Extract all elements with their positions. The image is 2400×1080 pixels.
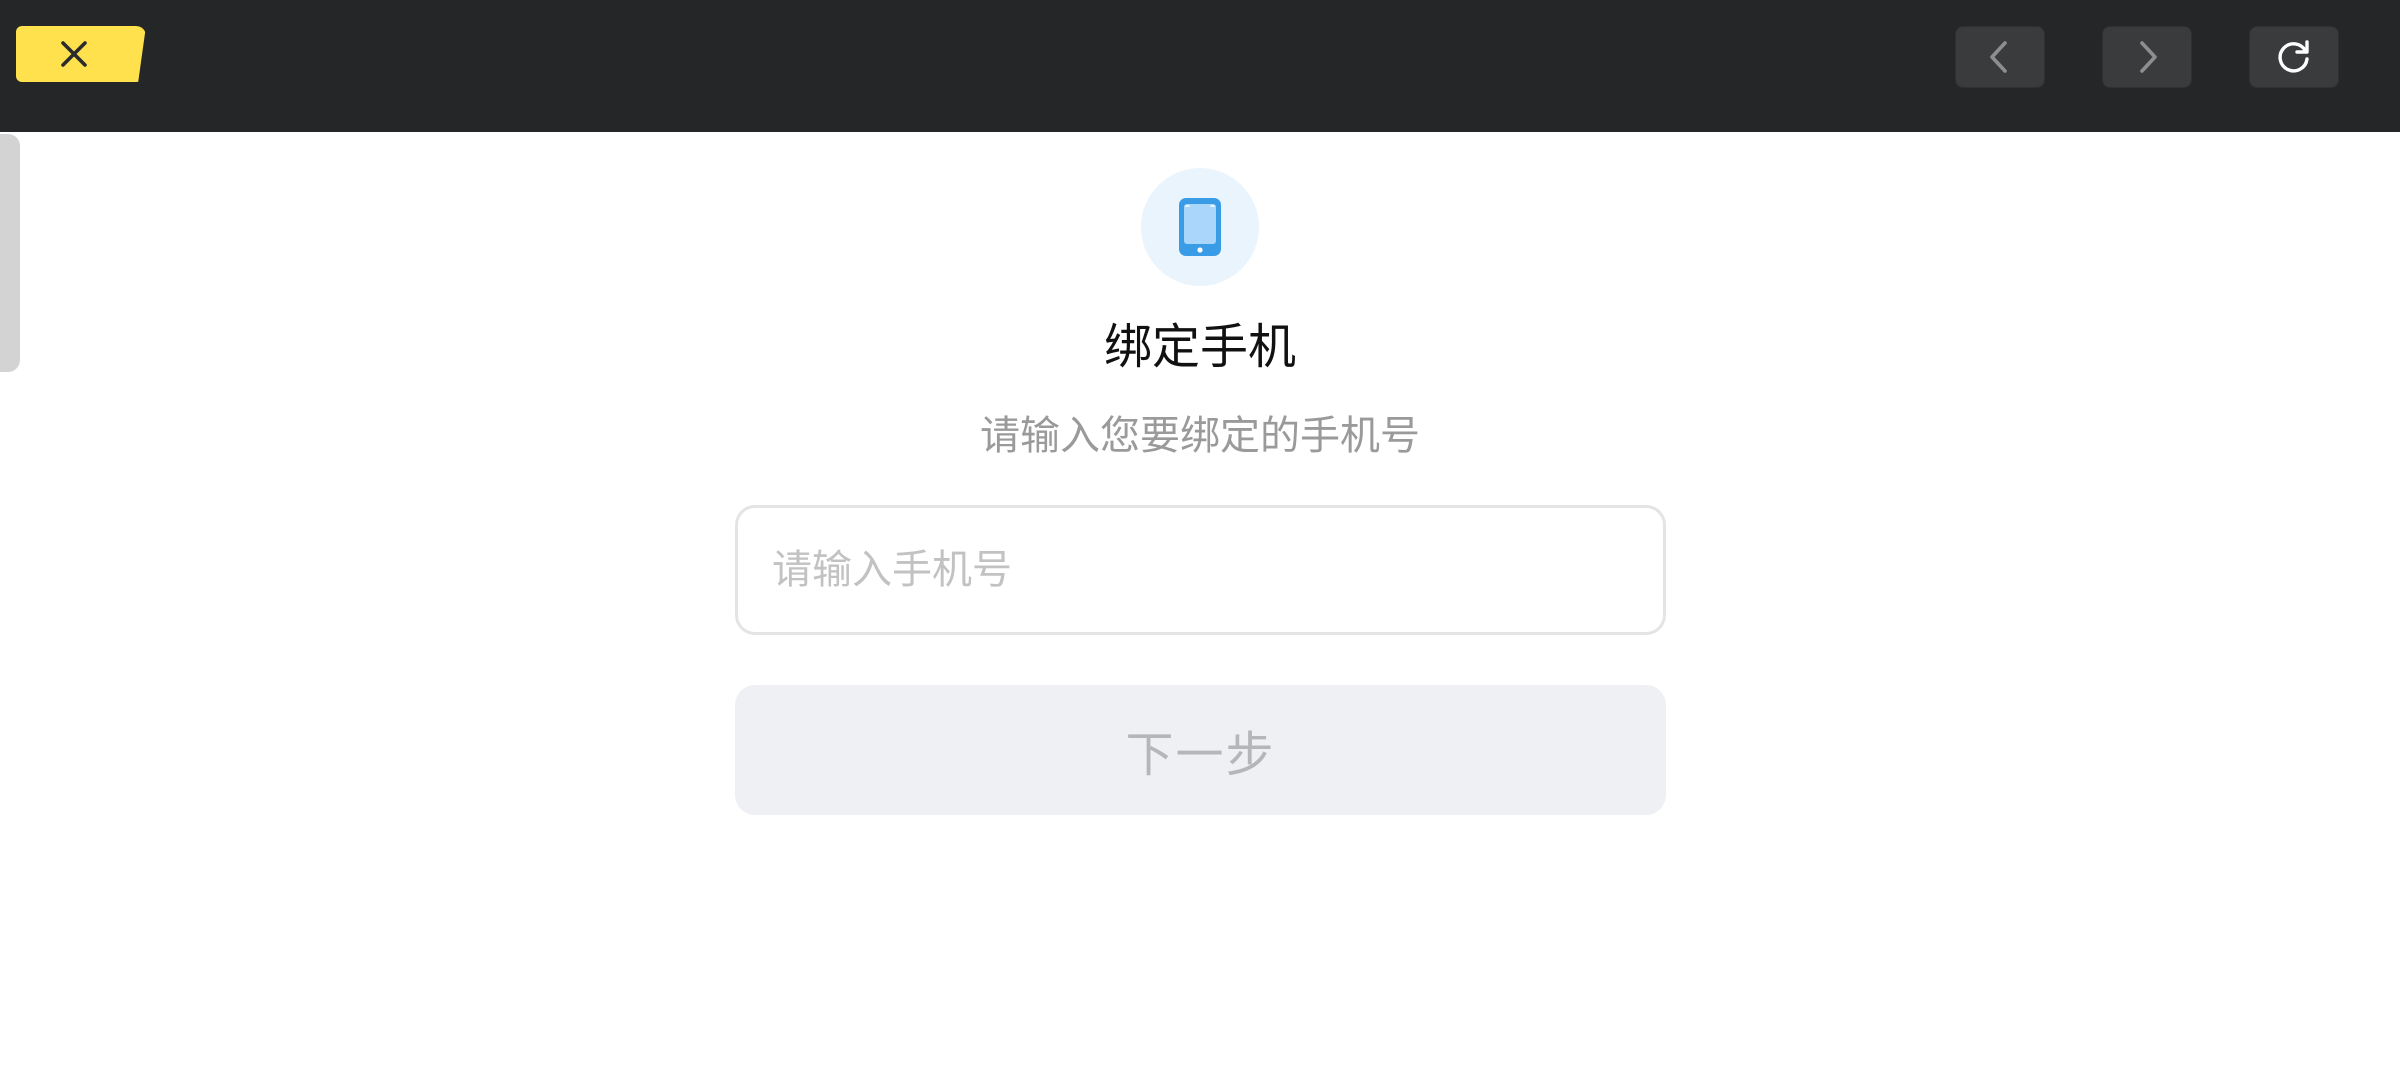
phone-number-input[interactable] bbox=[735, 505, 1666, 635]
back-button[interactable] bbox=[1955, 26, 2045, 88]
next-step-button[interactable]: 下一步 bbox=[735, 685, 1666, 815]
refresh-button[interactable] bbox=[2249, 26, 2339, 88]
close-button[interactable] bbox=[16, 26, 146, 82]
phone-icon bbox=[1179, 198, 1221, 256]
top-bar bbox=[0, 0, 2400, 132]
page-subtitle: 请输入您要绑定的手机号 bbox=[980, 413, 1420, 459]
forward-button[interactable] bbox=[2102, 26, 2192, 88]
chevron-right-icon bbox=[2140, 41, 2157, 73]
page-title: 绑定手机 bbox=[1103, 319, 1296, 375]
close-icon bbox=[61, 41, 87, 67]
refresh-icon bbox=[2278, 40, 2309, 73]
chevron-left-icon bbox=[1990, 41, 2007, 73]
phone-icon-badge bbox=[1141, 168, 1259, 286]
